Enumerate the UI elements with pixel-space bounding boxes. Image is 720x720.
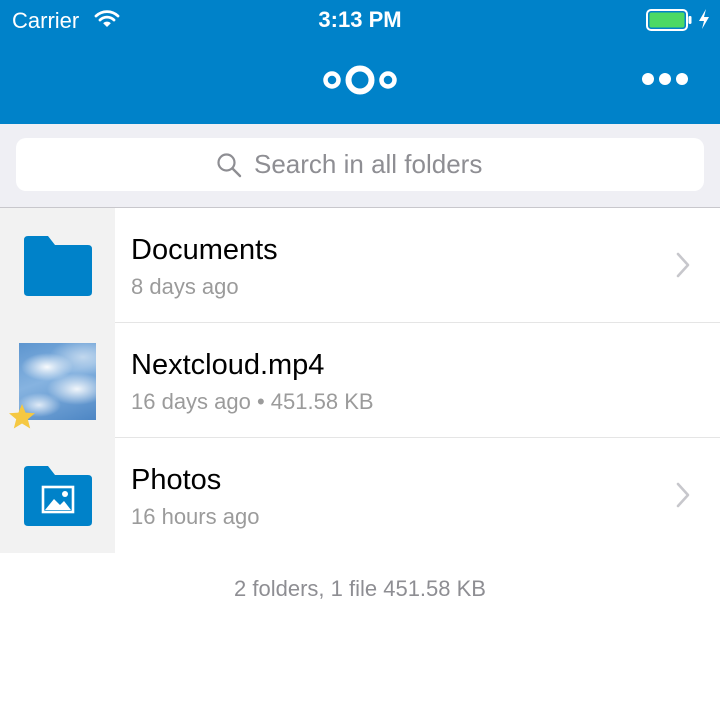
star-icon (8, 403, 36, 435)
file-meta: 16 hours ago (131, 504, 260, 529)
search-bar (0, 124, 720, 208)
file-name: Documents (131, 234, 278, 266)
file-name: Nextcloud.mp4 (131, 349, 325, 381)
search-input[interactable] (254, 149, 504, 180)
chevron-right-icon (676, 252, 690, 283)
thumbnail-cell (0, 323, 115, 438)
image-folder-icon (24, 466, 92, 531)
battery-icon (646, 9, 692, 36)
file-meta: 16 days ago • 451.58 KB (131, 389, 374, 414)
file-list: Documents 8 days ago Nextcloud.mp4 16 da… (0, 208, 720, 553)
file-meta: 8 days ago (131, 274, 239, 299)
search-icon (216, 152, 242, 178)
thumbnail-cell (0, 438, 115, 553)
file-name: Photos (131, 464, 222, 496)
folder-icon (24, 236, 92, 301)
row-text: Photos 16 hours ago (115, 438, 720, 553)
file-row-nextcloud-mp4[interactable]: Nextcloud.mp4 16 days ago • 451.58 KB (0, 323, 720, 438)
nav-header: Carrier 3:13 PM (0, 0, 720, 124)
thumbnail-cell (0, 208, 115, 323)
row-text: Nextcloud.mp4 16 days ago • 451.58 KB (115, 323, 720, 438)
chevron-right-icon (676, 482, 690, 513)
folder-summary: 2 folders, 1 file 451.58 KB (234, 576, 486, 601)
status-bar: Carrier 3:13 PM (0, 0, 720, 40)
status-time: 3:13 PM (318, 7, 402, 32)
charging-icon (697, 8, 711, 35)
row-text: Documents 8 days ago (115, 208, 720, 323)
more-icon[interactable] (640, 66, 690, 92)
search-field[interactable] (16, 138, 704, 191)
file-row-documents[interactable]: Documents 8 days ago (0, 208, 720, 323)
file-row-photos[interactable]: Photos 16 hours ago (0, 438, 720, 553)
nextcloud-logo-icon (320, 62, 400, 103)
